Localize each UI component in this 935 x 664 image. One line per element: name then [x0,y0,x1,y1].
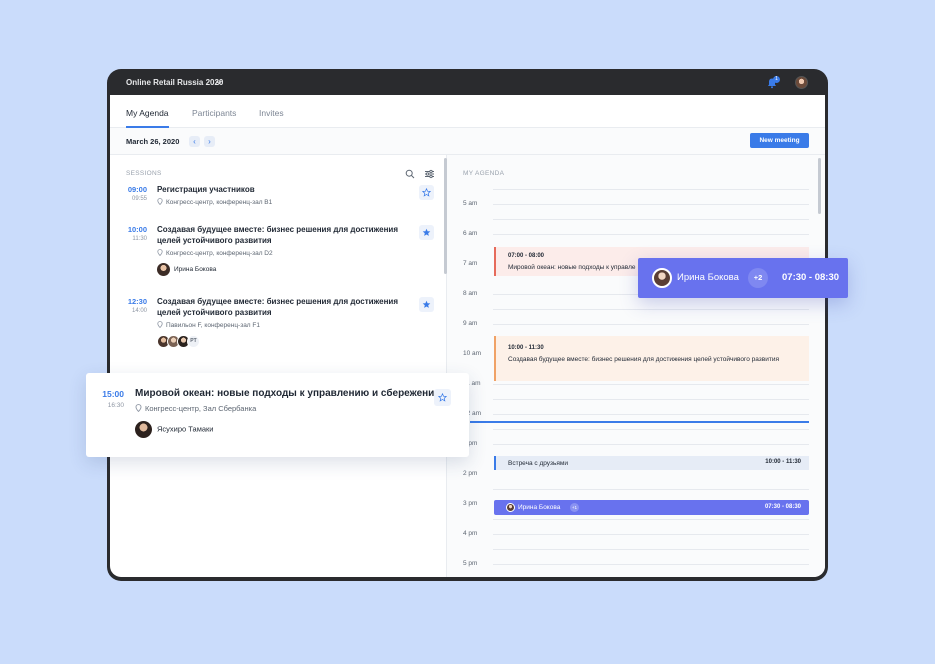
event-selector[interactable]: Online Retail Russia 2020 [126,78,223,87]
hour-row: 4 pm [447,530,825,537]
hour-row: 9 am [447,320,825,327]
agenda-panel: MY AGENDA 5 am 6 am 7 am 8 am 9 am 10 am… [447,155,825,577]
hour-row: 6 am [447,230,825,237]
session-start: 12:30 [127,297,147,306]
event-title: Встреча с друзьями [508,460,569,467]
event-title: Создавая будущее вместе: бизнес решения … [508,356,779,363]
session-title: Создавая будущее вместе: бизнес решения … [157,297,398,317]
speaker-initials: PT [187,335,200,348]
prev-day-button[interactable]: ‹ [189,136,200,147]
extra-participants-badge: +2 [748,268,768,288]
speaker-avatar [157,263,170,276]
favorite-button[interactable] [434,389,451,406]
star-outline-icon [422,188,431,197]
meeting-time: 07:30 - 08:30 [764,503,801,510]
location-pin-icon [157,198,163,205]
extra-participants-badge: +1 [570,503,579,512]
hour-row: 1 pm [447,440,825,447]
search-icon[interactable] [405,169,415,179]
dragged-session-card[interactable]: 15:00 16:30 Мировой океан: новые подходы… [86,373,469,457]
location-pin-icon [157,249,163,256]
session-title: Регистрация участников [157,185,255,194]
filter-icon[interactable] [424,169,435,179]
event-time: 10:00 - 11:30 [765,459,801,465]
notification-badge: 1 [773,76,780,83]
hour-row [447,519,825,520]
agenda-scrollbar[interactable] [818,158,821,214]
next-day-button[interactable]: › [204,136,215,147]
hour-row: 5 pm [447,560,825,567]
event-time: 07:00 - 08:00 [508,253,545,259]
session-location: Конгресс-центр, конференц-зал D2 [157,249,273,257]
chevron-down-icon[interactable] [215,78,223,86]
tab-participants[interactable]: Participants [192,108,236,118]
event-time: 10:00 - 11:30 [508,345,544,351]
dragged-meeting-tag[interactable]: Ирина Бокова +2 07:30 - 08:30 [638,258,848,298]
hour-row: 11 am [447,380,825,387]
hour-row [447,399,825,400]
tab-bar: My Agenda Participants Invites [110,95,825,128]
star-outline-icon [438,393,447,402]
hour-row [447,219,825,220]
speaker[interactable]: Ирина Бокова [157,263,216,276]
session-start: 10:00 [127,225,147,234]
app-screen: My Agenda Participants Invites March 26,… [110,95,825,577]
meeting-event[interactable]: Ирина Бокова +1 07:30 - 08:30 [494,500,809,515]
sessions-panel: SESSIONS 09:00 09:55 Регистрация участни… [110,155,446,577]
session-end: 16:30 [107,402,124,409]
hour-row [447,309,825,310]
session-location: Конгресс-центр, Зал Сбербанка [135,404,256,413]
location-pin-icon [157,321,163,328]
agenda-event[interactable]: 10:00 - 11:30 Создавая будущее вместе: б… [494,336,809,381]
hour-row [447,489,825,490]
hour-row [447,189,825,190]
session-location: Павильон F, конференц-зал F1 [157,321,260,329]
session-end: 14:00 [131,308,147,314]
participant-avatar [652,268,672,288]
location-pin-icon [135,404,142,412]
session-end: 11:30 [132,236,147,242]
tab-invites[interactable]: Invites [259,108,284,118]
participant-name: Ирина Бокова [518,503,561,511]
speaker-avatar [135,421,152,438]
session-start: 09:00 [127,185,147,194]
current-date: March 26, 2020 [126,137,180,146]
favorite-button[interactable] [419,297,434,312]
device-frame: Online Retail Russia 2020 1 My Agenda Pa… [107,69,828,581]
new-meeting-button[interactable]: New meeting [750,133,809,148]
session-title: Мировой океан: новые подходы к управлени… [135,388,443,399]
speaker[interactable]: Ясухиро Тамаки [135,421,214,438]
top-bar: Online Retail Russia 2020 1 [107,69,828,95]
sessions-header: SESSIONS [126,170,162,177]
participant-avatar [506,503,515,512]
agenda-header: MY AGENDA [463,170,505,177]
hour-row [447,429,825,430]
session-location: Конгресс-центр, конференц-зал B1 [157,198,272,206]
star-filled-icon [422,228,431,236]
participant-name: Ирина Бокова [677,272,739,283]
hour-row: 5 am [447,200,825,207]
session-end: 09:55 [131,196,147,202]
current-time-line [470,421,809,423]
hour-row [447,549,825,550]
favorite-button[interactable] [419,225,434,240]
session-title: Создавая будущее вместе: бизнес решения … [157,225,398,245]
meeting-time: 07:30 - 08:30 [782,272,840,283]
hour-row: 2 pm [463,470,478,477]
tab-my-agenda[interactable]: My Agenda [126,108,169,118]
date-bar: March 26, 2020 ‹ › New meeting [110,128,825,155]
star-filled-icon [422,300,431,308]
agenda-event[interactable]: Встреча с друзьями 10:00 - 11:30 [494,456,809,470]
favorite-button[interactable] [419,185,434,200]
hour-row: 12 am [447,410,825,417]
user-avatar[interactable] [795,76,808,89]
session-start: 15:00 [102,389,124,399]
